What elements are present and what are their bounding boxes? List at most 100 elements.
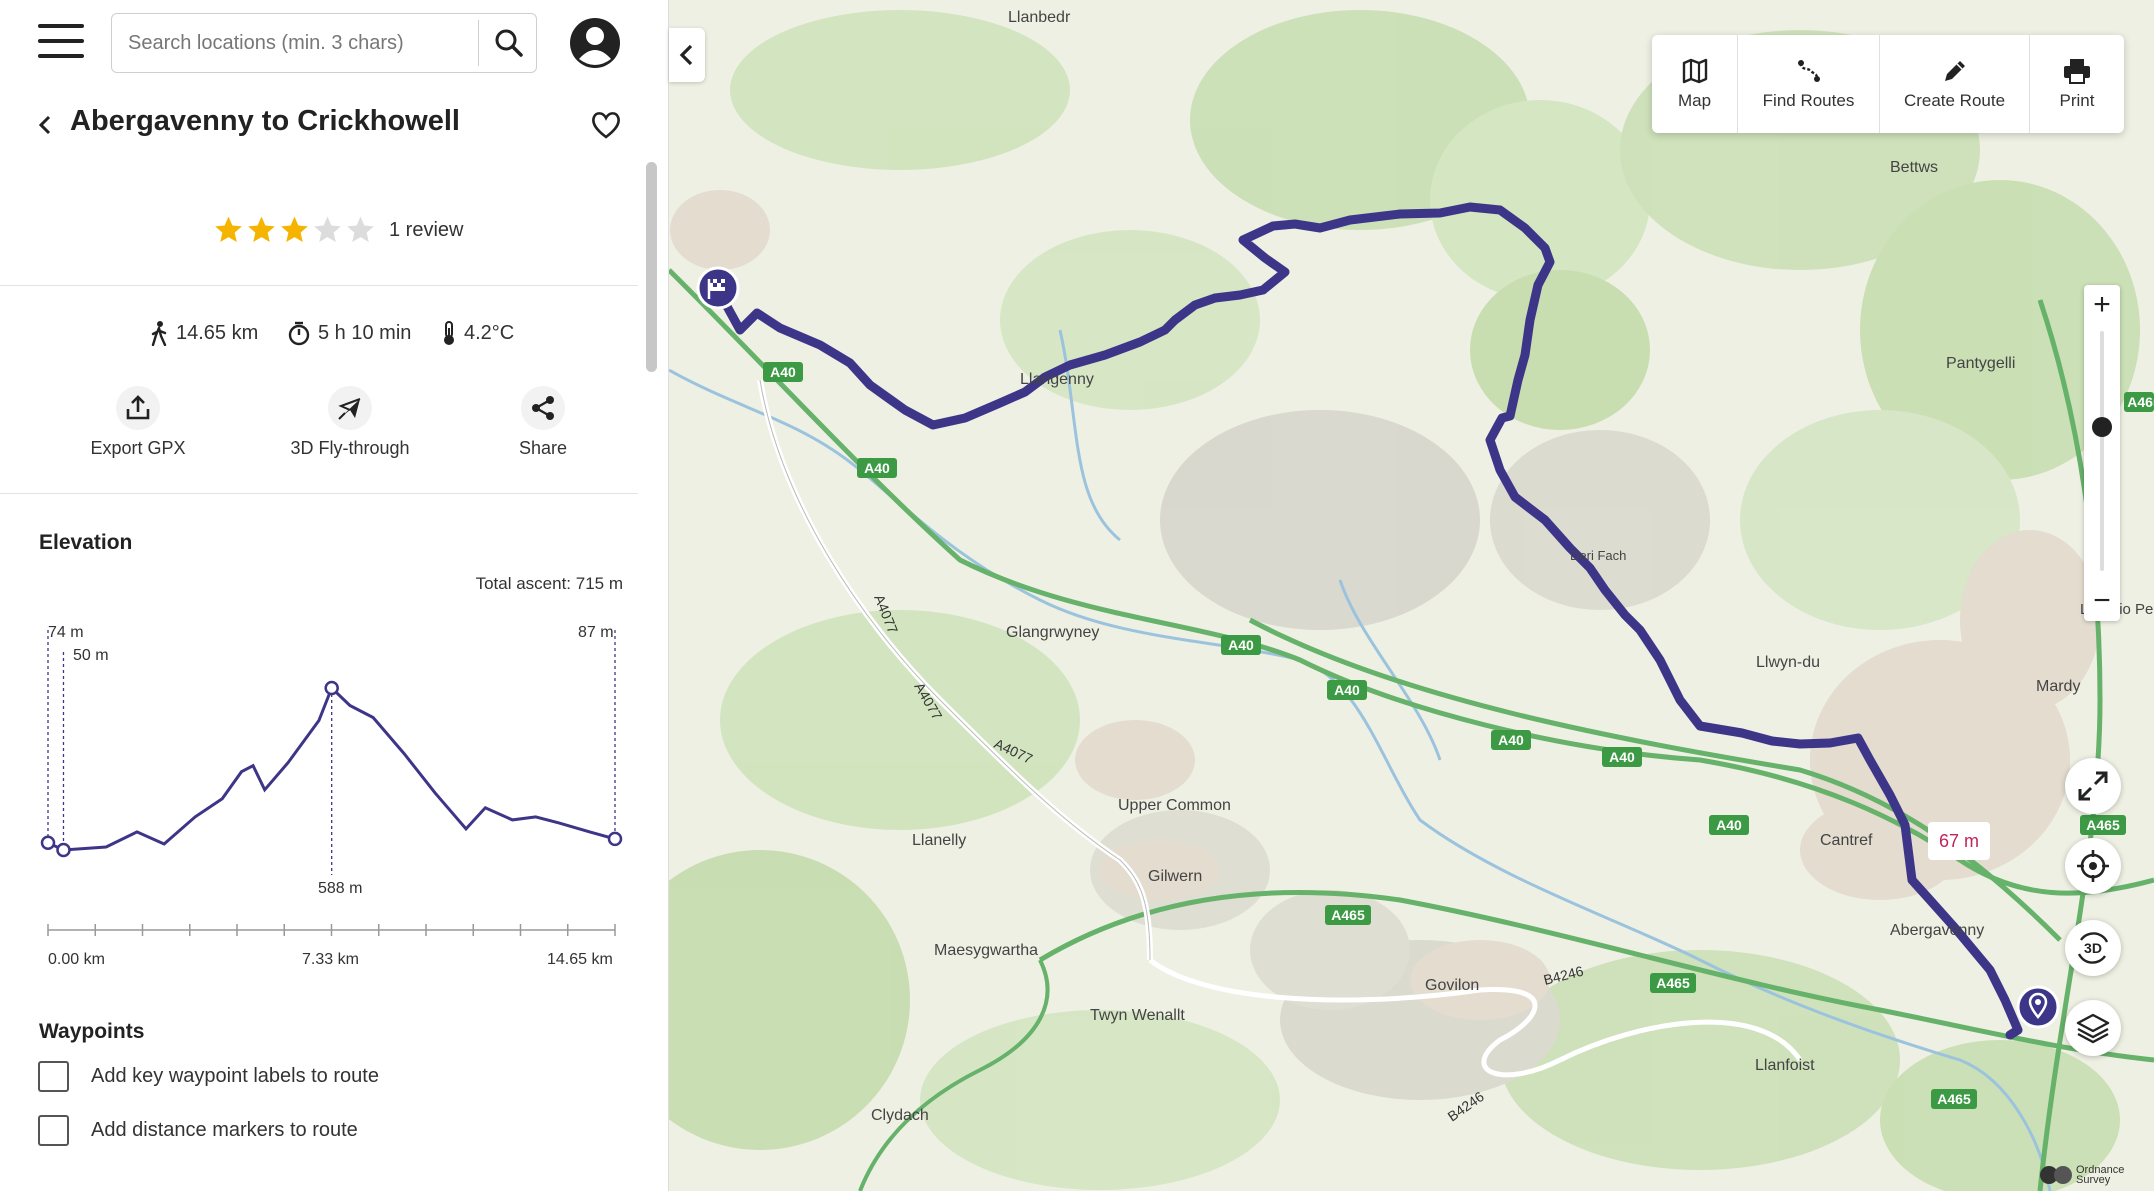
find-routes-label: Find Routes <box>1762 91 1855 110</box>
star-icon[interactable] <box>212 214 245 246</box>
map-tool-label: Map <box>1677 91 1712 110</box>
search-icon <box>495 29 523 57</box>
export-icon <box>126 395 150 420</box>
create-route-button[interactable]: Create Route <box>1880 35 2030 133</box>
elevation-point[interactable] <box>607 831 623 847</box>
road-shield: A40 <box>1716 817 1742 833</box>
map-view[interactable]: Llanbedr Bettws Pantygelli Llangenny Gla… <box>669 0 2154 1191</box>
stopwatch-icon <box>288 321 310 346</box>
road-shield: A40 <box>1228 637 1254 653</box>
fly-through-label: 3D Fly-through <box>290 438 410 458</box>
favourite-button[interactable] <box>590 110 622 140</box>
star-icon[interactable] <box>245 214 278 246</box>
export-gpx-button[interactable]: Export GPX <box>53 386 223 459</box>
waypoint-labels-label: Add key waypoint labels to route <box>91 1065 379 1087</box>
duration-value: 5 h 10 min <box>318 321 412 344</box>
star-rating[interactable]: 1 review <box>212 214 463 246</box>
user-account-icon <box>570 18 620 68</box>
elevation-tooltip-text: 67 m <box>1939 831 1979 851</box>
route-start-marker[interactable] <box>696 266 740 310</box>
place-label: Glangrwyney <box>1006 624 1099 641</box>
elevation-profile-chart[interactable]: 74 m 50 m 588 m 87 m 0.00 km 7.33 km 14.… <box>0 600 660 980</box>
fullscreen-button[interactable] <box>2065 758 2121 814</box>
place-label: Clydach <box>871 1107 929 1124</box>
checkbox[interactable] <box>38 1115 69 1146</box>
layers-icon <box>2076 1013 2110 1044</box>
zoom-slider-track[interactable] <box>2100 331 2104 571</box>
print-button[interactable]: Print <box>2030 35 2124 133</box>
review-count[interactable]: 1 review <box>389 219 463 242</box>
temperature-stat: 4.2°C <box>442 320 514 346</box>
duration-stat: 5 h 10 min <box>288 320 411 346</box>
elevation-label-peak: 588 m <box>318 880 362 897</box>
place-label: Maesygwartha <box>934 942 1038 959</box>
place-label: Govilon <box>1425 977 1479 994</box>
route-stats: 14.65 km 5 h 10 min 4.2°C <box>0 320 638 350</box>
account-button[interactable] <box>569 17 621 69</box>
3d-rotate-icon: 3D <box>2077 932 2109 964</box>
road-shield: A40 <box>1498 732 1524 748</box>
fly-through-icon <box>338 398 361 420</box>
back-button[interactable] <box>34 112 56 138</box>
search-input[interactable] <box>128 24 468 62</box>
locate-me-button[interactable] <box>2065 838 2121 894</box>
map-toolbar: Map Find Routes Create Route Print <box>1652 35 2124 133</box>
export-gpx-label: Export GPX <box>90 438 186 458</box>
thermometer-icon <box>444 321 454 345</box>
place-label: Cantref <box>1820 832 1873 849</box>
find-routes-button[interactable]: Find Routes <box>1738 35 1880 133</box>
divider <box>0 285 638 286</box>
print-icon <box>2064 59 2090 84</box>
place-label: Llangenny <box>1020 371 1094 388</box>
road-shield: A465 <box>2086 817 2120 833</box>
place-label: Upper Common <box>1118 797 1231 814</box>
place-label: Llanbedr <box>1008 9 1071 26</box>
search-button[interactable] <box>484 20 534 66</box>
star-icon[interactable] <box>311 214 344 246</box>
find-routes-icon <box>1797 60 1820 82</box>
distance-markers-label: Add distance markers to route <box>91 1119 358 1141</box>
panel-scrollbar[interactable] <box>646 162 657 372</box>
elevation-point[interactable] <box>56 842 71 858</box>
fly-through-button[interactable]: 3D Fly-through <box>265 386 435 459</box>
create-route-label: Create Route <box>1903 91 2006 110</box>
road-shield: A465 <box>1937 1091 1971 1107</box>
share-button[interactable]: Share <box>458 386 628 459</box>
collapse-panel-button[interactable] <box>669 28 705 82</box>
road-shield: A40 <box>770 364 796 380</box>
map-tool-button[interactable]: Map <box>1652 35 1738 133</box>
elevation-label-start-low: 50 m <box>73 647 109 664</box>
checkbox[interactable] <box>38 1061 69 1092</box>
elevation-tooltip: 67 m <box>1928 822 1990 860</box>
zoom-out-button[interactable]: − <box>2084 583 2120 619</box>
road-shield: A465 <box>1656 975 1690 991</box>
chevron-left-icon <box>38 115 51 135</box>
place-label: Pantygelli <box>1946 355 2015 372</box>
zoom-slider-thumb[interactable] <box>2092 417 2112 437</box>
elevation-point[interactable] <box>324 680 339 696</box>
map-layers-button[interactable] <box>2065 1000 2121 1056</box>
star-icon[interactable] <box>344 214 377 246</box>
place-label: Llwyn-du <box>1756 654 1820 671</box>
route-title: Abergavenny to Crickhowell <box>70 105 460 137</box>
route-end-marker[interactable] <box>2016 985 2060 1029</box>
elevation-point[interactable] <box>40 835 56 851</box>
waypoint-labels-checkbox[interactable]: Add key waypoint labels to route <box>38 1061 379 1092</box>
road-shield: A40 <box>864 460 890 476</box>
ordnance-survey-logo <box>2040 1166 2072 1184</box>
search-box <box>111 13 537 73</box>
map-icon <box>1682 58 1707 84</box>
map-canvas[interactable]: Llanbedr Bettws Pantygelli Llangenny Gla… <box>669 0 2154 1191</box>
distance-value: 14.65 km <box>176 321 259 344</box>
3d-view-button[interactable]: 3D <box>2065 920 2121 976</box>
share-icon <box>532 396 554 420</box>
place-label: Llanfoist <box>1755 1057 1815 1074</box>
menu-icon[interactable] <box>38 22 84 60</box>
divider <box>0 493 638 494</box>
distance-markers-checkbox[interactable]: Add distance markers to route <box>38 1115 358 1146</box>
attribution-text: Ordnance Survey <box>2076 1164 2125 1186</box>
star-icon[interactable] <box>278 214 311 246</box>
zoom-in-button[interactable]: + <box>2084 287 2120 323</box>
place-label: Twyn Wenallt <box>1090 1007 1185 1024</box>
temperature-value: 4.2°C <box>464 321 515 344</box>
